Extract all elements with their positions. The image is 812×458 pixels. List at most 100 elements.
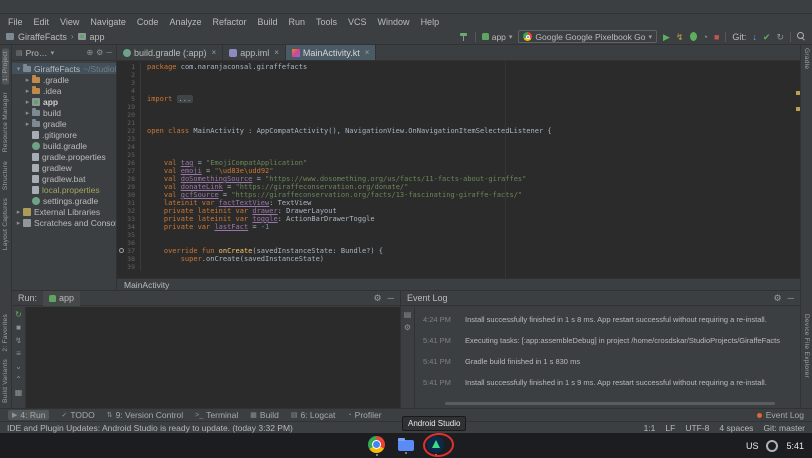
run-button[interactable]: ▶ <box>663 32 670 42</box>
code-line[interactable]: 35 <box>117 231 800 239</box>
tree-item-app[interactable]: ▸app <box>12 96 116 107</box>
search-everywhere-icon[interactable] <box>797 32 806 41</box>
profile-button[interactable]: ◔ <box>703 32 708 42</box>
tree-item-gitignore[interactable]: .gitignore <box>12 129 116 140</box>
run-configuration-select[interactable]: app ▾ <box>482 32 513 42</box>
stripe-gradle[interactable]: Gradle <box>803 48 810 69</box>
status-circle-icon[interactable] <box>766 440 778 452</box>
close-icon[interactable]: × <box>212 48 217 57</box>
git-commit-button[interactable]: ✔ <box>763 32 771 42</box>
code-line[interactable]: 1package com.naranjaconsal.giraffefacts <box>117 63 800 71</box>
stripe-build-variants[interactable]: Build Variants <box>2 359 9 403</box>
menu-help[interactable]: Help <box>421 17 440 27</box>
gear-icon[interactable]: ⚙ <box>774 293 782 304</box>
code-line[interactable]: 29 val donateLink = "https://giraffecons… <box>117 183 800 191</box>
code-line[interactable]: 19 <box>117 103 800 111</box>
tree-item-build[interactable]: ▸build <box>12 107 116 118</box>
tree-item-settings-gradle[interactable]: settings.gradle <box>12 195 116 206</box>
file-encoding[interactable]: UTF-8 <box>685 423 709 433</box>
chevron-icon[interactable]: ▸ <box>24 98 31 106</box>
run-tool-icon-3[interactable]: ≡ <box>16 349 21 358</box>
caret-position[interactable]: 1:1 <box>644 423 656 433</box>
code-line[interactable]: 39 <box>117 263 800 271</box>
tree-item-gradle-properties[interactable]: gradle.properties <box>12 151 116 162</box>
code-line[interactable]: 33 private lateinit var toggle: ActionBa… <box>117 215 800 223</box>
tree-item-scratches-and-consoles[interactable]: ▸Scratches and Consoles <box>12 217 116 228</box>
menu-view[interactable]: View <box>60 17 79 27</box>
code-line[interactable]: 38 super.onCreate(savedInstanceState) <box>117 255 800 263</box>
run-tool-icon-0[interactable]: ↻ <box>15 310 22 319</box>
chevron-down-icon[interactable]: ▾ <box>51 49 55 57</box>
event-log-list[interactable]: 4:24 PMInstall successfully finished in … <box>415 307 800 408</box>
tree-item-gradle[interactable]: ▸gradle <box>12 118 116 129</box>
code-line[interactable]: 34 private var lastFact = -1 <box>117 223 800 231</box>
menu-vcs[interactable]: VCS <box>348 17 367 27</box>
code-line[interactable]: 28 val doSomethingSource = "https://www.… <box>117 175 800 183</box>
warning-mark[interactable] <box>796 91 800 95</box>
tab-mainactivity-kt[interactable]: MainActivity.kt× <box>286 45 377 60</box>
code-area[interactable]: 1package com.naranjaconsal.giraffefacts2… <box>117 63 800 271</box>
debug-button[interactable] <box>690 32 697 41</box>
code-line[interactable]: 25 <box>117 151 800 159</box>
code-line[interactable]: 31 lateinit var factTextView: TextView <box>117 199 800 207</box>
toolwindow-4-run[interactable]: ▶4: Run <box>8 410 49 420</box>
toolwindow-6-logcat[interactable]: ▤6: Logcat <box>291 410 336 420</box>
tree-item-gradle[interactable]: ▸.gradle <box>12 74 116 85</box>
toolwindow-terminal[interactable]: >_Terminal <box>195 410 238 420</box>
files-shelf-item[interactable] <box>398 437 414 454</box>
run-tool-icon-6[interactable]: ▦ <box>15 388 23 397</box>
code-line[interactable]: 24 <box>117 143 800 151</box>
run-tool-icon-5[interactable]: ⌃ <box>15 375 22 384</box>
chrome-shelf-item[interactable] <box>368 436 385 456</box>
hide-panel-icon[interactable]: ─ <box>106 48 112 57</box>
tree-item-external-libraries[interactable]: ▸External Libraries <box>12 206 116 217</box>
menu-file[interactable]: File <box>8 17 23 27</box>
project-panel-title[interactable]: Project <box>26 48 48 58</box>
hide-panel-icon[interactable]: ─ <box>388 293 394 303</box>
chevron-icon[interactable]: ▸ <box>24 120 31 128</box>
code-line[interactable]: 4 <box>117 87 800 95</box>
code-line[interactable]: 23 <box>117 135 800 143</box>
toolwindow-bar-right[interactable]: Event Log <box>757 410 804 420</box>
run-tool-icon-1[interactable]: ■ <box>16 323 21 332</box>
menu-edit[interactable]: Edit <box>34 17 50 27</box>
stripe-1-project[interactable]: 1: Project <box>2 48 9 84</box>
apply-changes-button[interactable]: ↯ <box>676 32 684 42</box>
tree-item-gradlew-bat[interactable]: gradlew.bat <box>12 173 116 184</box>
line-separator[interactable]: LF <box>665 423 675 433</box>
stripe-2-favorites[interactable]: 2: Favorites <box>2 314 9 352</box>
event-log-button[interactable]: Event Log <box>766 410 804 420</box>
stop-button[interactable]: ■ <box>714 32 719 42</box>
menu-refactor[interactable]: Refactor <box>212 17 246 27</box>
event-tool-icon-0[interactable]: ▤ <box>404 310 412 319</box>
toolwindow-todo[interactable]: ✓TODO <box>61 410 94 420</box>
toolwindow-9-version-control[interactable]: ⇅9: Version Control <box>107 410 183 420</box>
run-tab-app[interactable]: app <box>43 291 80 306</box>
git-update-button[interactable]: ↓ <box>752 32 757 42</box>
tab-app-iml[interactable]: app.iml× <box>223 45 286 60</box>
code-line[interactable]: 5import ... <box>117 95 800 103</box>
run-console[interactable] <box>26 307 400 408</box>
event-tool-icon-1[interactable]: ⚙ <box>404 323 411 332</box>
git-rollback-button[interactable]: ↻ <box>776 32 784 42</box>
gear-icon[interactable]: ⚙ <box>374 293 382 304</box>
device-select[interactable]: Google Google Pixelbook Go ▾ <box>518 30 657 43</box>
code-line[interactable]: 2 <box>117 71 800 79</box>
run-tool-icon-2[interactable]: ↯ <box>15 336 22 345</box>
menu-tools[interactable]: Tools <box>316 17 337 27</box>
hide-panel-icon[interactable]: ─ <box>788 293 794 303</box>
override-icon[interactable] <box>119 248 124 253</box>
chevron-icon[interactable]: ▸ <box>15 208 22 216</box>
breadcrumb-project[interactable]: GiraffeFacts <box>18 32 67 42</box>
clock[interactable]: 5:41 <box>786 441 804 451</box>
menu-navigate[interactable]: Navigate <box>90 17 126 27</box>
horizontal-scrollbar[interactable] <box>445 402 775 405</box>
stripe-structure[interactable]: Structure <box>2 161 9 190</box>
locate-file-icon[interactable]: ⊕ <box>86 48 93 57</box>
toolwindow-build[interactable]: ▦Build <box>250 410 279 420</box>
chevron-icon[interactable]: ▸ <box>24 109 31 117</box>
code-line[interactable]: 3 <box>117 79 800 87</box>
tree-item-build-gradle[interactable]: build.gradle <box>12 140 116 151</box>
breadcrumb-module[interactable]: app <box>90 32 105 42</box>
menu-build[interactable]: Build <box>257 17 277 27</box>
